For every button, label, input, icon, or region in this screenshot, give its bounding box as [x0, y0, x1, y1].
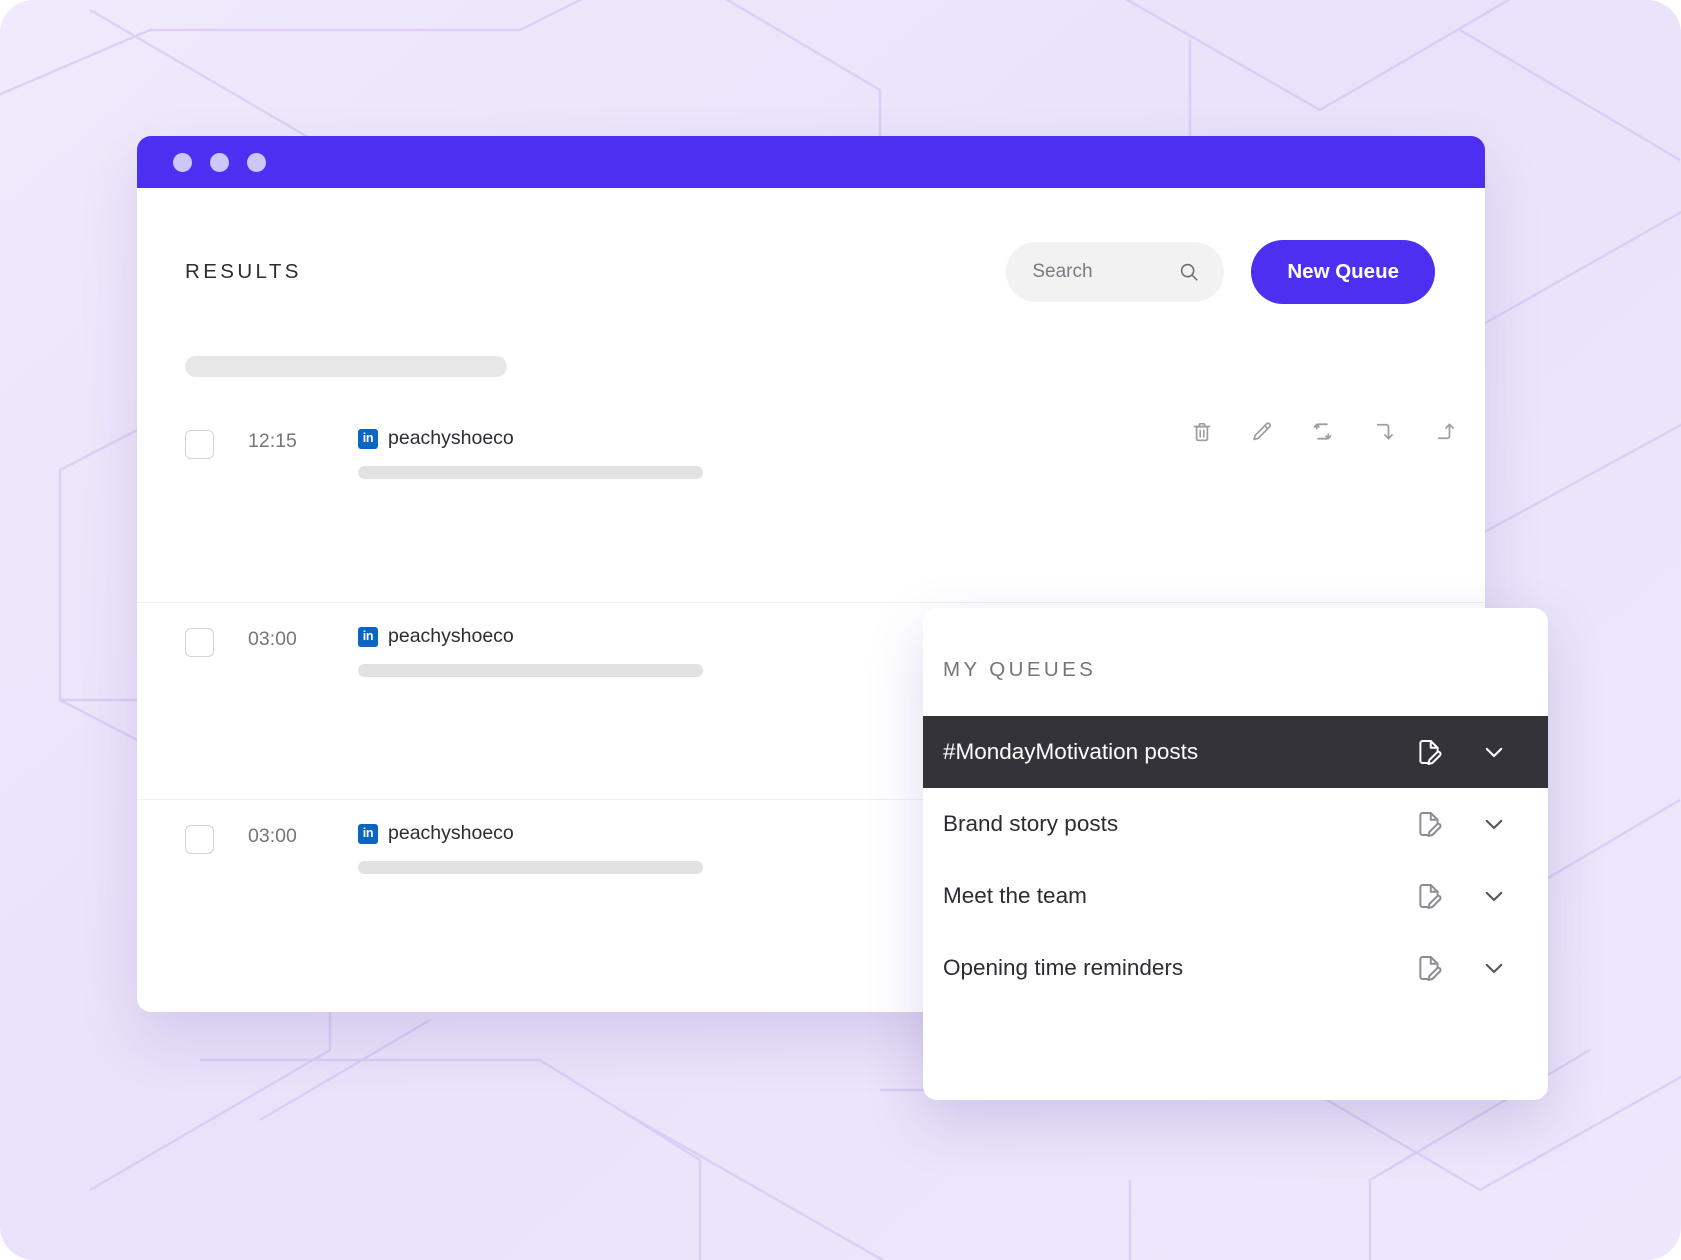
search-box[interactable]: [1006, 242, 1225, 302]
document-edit-icon[interactable]: [1414, 881, 1444, 911]
linkedin-icon: in: [358, 428, 378, 449]
chevron-down-icon[interactable]: [1480, 810, 1508, 838]
row-time: 03:00: [248, 628, 297, 650]
document-edit-icon[interactable]: [1414, 953, 1444, 983]
queue-item-opening-time-reminders[interactable]: Opening time reminders: [923, 932, 1548, 1004]
my-queues-title: MY QUEUES: [943, 658, 1097, 681]
account-name: peachyshoeco: [388, 822, 514, 844]
my-queues-list: #MondayMotivation posts Brand story post…: [923, 716, 1548, 1004]
queue-item-actions: [1414, 809, 1508, 839]
row-checkbox[interactable]: [185, 628, 214, 657]
document-edit-icon[interactable]: [1414, 809, 1444, 839]
linkedin-icon: in: [358, 626, 378, 647]
queue-item-actions: [1414, 737, 1508, 767]
queue-item-actions: [1414, 881, 1508, 911]
row-checkbox[interactable]: [185, 825, 214, 854]
row-time: 12:15: [248, 430, 297, 452]
queue-item-label: Opening time reminders: [943, 955, 1184, 980]
chevron-down-icon[interactable]: [1480, 954, 1508, 982]
page-title: RESULTS: [185, 260, 302, 283]
new-queue-button[interactable]: New Queue: [1251, 240, 1435, 304]
app-root: RESULTS New Queue: [0, 0, 1681, 1260]
edit-icon[interactable]: [1250, 420, 1274, 444]
queue-item-label: Meet the team: [943, 883, 1087, 908]
results-heading-placeholder: [185, 356, 507, 377]
repost-icon[interactable]: [1310, 419, 1335, 444]
search-input[interactable]: [1032, 261, 1173, 283]
header-actions: New Queue: [1006, 240, 1435, 304]
delete-icon[interactable]: [1190, 420, 1214, 444]
row-content-placeholder: [358, 664, 703, 677]
minimize-icon[interactable]: [210, 152, 229, 172]
move-up-icon[interactable]: [1432, 419, 1457, 444]
page-header: RESULTS New Queue: [137, 188, 1485, 304]
document-edit-icon[interactable]: [1414, 737, 1444, 767]
chevron-down-icon[interactable]: [1480, 882, 1508, 910]
linkedin-icon: in: [358, 823, 378, 844]
queue-item-label: #MondayMotivation posts: [943, 739, 1199, 764]
chevron-down-icon[interactable]: [1480, 738, 1508, 766]
account-name: peachyshoeco: [388, 427, 514, 449]
table-row[interactable]: 12:15 in peachyshoeco: [137, 405, 1485, 806]
search-icon[interactable]: [1178, 261, 1200, 283]
close-icon[interactable]: [173, 152, 192, 172]
queue-item-actions: [1414, 953, 1508, 983]
move-down-icon[interactable]: [1371, 419, 1396, 444]
row-content-placeholder: [358, 861, 703, 874]
queue-item-mondaymotivation-posts[interactable]: #MondayMotivation posts: [923, 716, 1548, 788]
queue-item-label: Brand story posts: [943, 811, 1119, 836]
row-time: 03:00: [248, 825, 297, 847]
row-action-bar: [1190, 419, 1457, 444]
window-titlebar: [137, 136, 1485, 188]
maximize-icon[interactable]: [247, 152, 266, 172]
row-checkbox[interactable]: [185, 430, 214, 459]
row-content-placeholder: [358, 466, 703, 479]
my-queues-panel: MY QUEUES #MondayMotivation posts Brand …: [923, 608, 1548, 1100]
account-name: peachyshoeco: [388, 625, 514, 647]
queue-item-meet-the-team[interactable]: Meet the team: [923, 860, 1548, 932]
queue-item-brand-story-posts[interactable]: Brand story posts: [923, 788, 1548, 860]
